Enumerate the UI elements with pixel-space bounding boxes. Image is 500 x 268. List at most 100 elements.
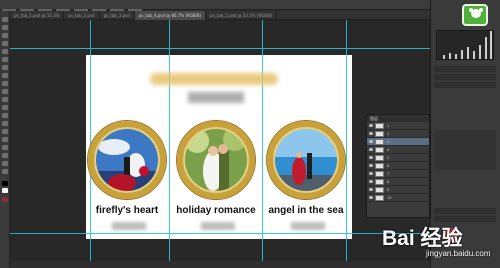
histogram-bar [467,47,469,59]
crop-tool-icon[interactable] [2,49,8,54]
eye-icon[interactable] [369,140,373,143]
layer-row[interactable]: 2 [367,130,429,138]
vertical-guide[interactable] [90,20,91,261]
vertical-guide[interactable] [346,20,347,261]
blur-tool-icon[interactable] [2,113,8,118]
brush-tool-icon[interactable] [2,73,8,78]
photo-frame-3 [267,121,345,199]
layer-row[interactable]: 4 [367,146,429,154]
eye-icon[interactable] [369,180,373,183]
properties-panel [434,130,496,170]
layer-thumbnail [375,195,384,201]
histogram-bar [443,55,445,59]
eye-icon[interactable] [369,188,373,191]
panel-row[interactable] [434,82,496,88]
layer-row[interactable]: 8 [367,178,429,186]
layer-thumbnail [375,187,384,193]
blurred-caption-sub [291,222,325,230]
layer-row[interactable]: 10 [367,194,429,202]
panel-row[interactable] [434,66,496,72]
layer-row[interactable]: 5 [367,154,429,162]
layer-name: 3 [387,140,390,144]
horizontal-guide[interactable] [10,48,430,49]
layer-thumbnail [375,131,384,137]
layer-name: 7 [387,172,390,176]
healing-tool-icon[interactable] [2,65,8,70]
lasso-tool-icon[interactable] [2,33,8,38]
watermark-url: jingyan.baidu.com [426,249,491,258]
histogram-bar [449,53,451,59]
layer-row[interactable]: 1 [367,122,429,130]
card-caption: angel in the sea [268,205,344,216]
status-bar [10,261,430,268]
eye-icon[interactable] [369,196,373,199]
zoom-tool-icon[interactable] [2,169,8,174]
blurred-title-text [150,73,278,85]
eye-icon[interactable] [369,148,373,151]
card-caption: firefly's heart [95,205,159,216]
document-tab[interactable]: ps_tab_5.psd @ 33.3% (RGB/8) [206,11,278,20]
histogram-bar [485,37,487,59]
gold-ornament-frame [177,121,255,199]
document-tab[interactable]: ps_tab_3.psd [100,11,135,20]
brand-logo-icon [462,4,488,26]
quick-mask-icon[interactable] [2,197,8,202]
histogram-bar [473,51,475,59]
layer-row-selected[interactable]: 3 [367,138,429,146]
quick-select-tool-icon[interactable] [2,41,8,46]
eye-icon[interactable] [369,172,373,175]
type-tool-icon[interactable] [2,137,8,142]
marquee-tool-icon[interactable] [2,25,8,30]
watermark-brand: Bai 经验 [382,227,463,250]
layer-row[interactable]: 9 [367,186,429,194]
document-tab-active[interactable]: ps_tab_4.psd @ 66.7% (RGB/8) [134,11,207,20]
histogram-bar [490,31,492,59]
layer-name: 9 [387,188,390,192]
panel-row[interactable] [434,208,496,214]
move-tool-icon[interactable] [2,17,8,22]
history-brush-tool-icon[interactable] [2,89,8,94]
layer-name: 1 [387,124,390,128]
layer-row[interactable]: 6 [367,162,429,170]
histogram-bar [455,54,457,59]
horizontal-guide[interactable] [10,233,430,234]
tools-panel [0,11,10,268]
photo-frame-2 [177,121,255,199]
layer-thumbnail [375,171,384,177]
background-color-swatch[interactable] [2,188,8,193]
layers-panel-title[interactable]: 图层 [367,115,429,122]
hand-tool-icon[interactable] [2,161,8,166]
layer-name: 8 [387,180,390,184]
shape-tool-icon[interactable] [2,153,8,158]
menu-bar[interactable] [0,0,500,12]
layer-name: 2 [387,132,390,136]
eye-icon[interactable] [369,132,373,135]
logo-face [471,9,481,18]
pen-tool-icon[interactable] [2,129,8,134]
vertical-guide[interactable] [262,20,263,261]
dodge-tool-icon[interactable] [2,121,8,126]
layer-thumbnail [375,163,384,169]
eye-icon[interactable] [369,156,373,159]
eye-icon[interactable] [369,124,373,127]
panel-row[interactable] [434,74,496,80]
gold-ornament-frame [267,121,345,199]
gradient-tool-icon[interactable] [2,105,8,110]
eraser-tool-icon[interactable] [2,97,8,102]
blurred-subtitle-text [188,92,244,103]
stamp-tool-icon[interactable] [2,81,8,86]
histogram-bar [461,50,463,59]
vertical-guide[interactable] [169,20,170,261]
path-select-tool-icon[interactable] [2,145,8,150]
layer-name: 4 [387,148,390,152]
eyedropper-tool-icon[interactable] [2,57,8,62]
card-caption: holiday romance [176,205,256,216]
eye-icon[interactable] [369,164,373,167]
document-tab[interactable]: ps_tab_2.psd [64,11,100,20]
foreground-color-swatch[interactable] [2,181,8,186]
document-tab[interactable]: ps_tab_1.psd @ 33.3% [10,11,65,20]
layer-row[interactable]: 7 [367,170,429,178]
watermark: Bai 经验 jingyan.baidu.com [382,222,500,262]
photo-frame-1 [88,121,166,199]
blurred-caption-sub [201,222,235,230]
